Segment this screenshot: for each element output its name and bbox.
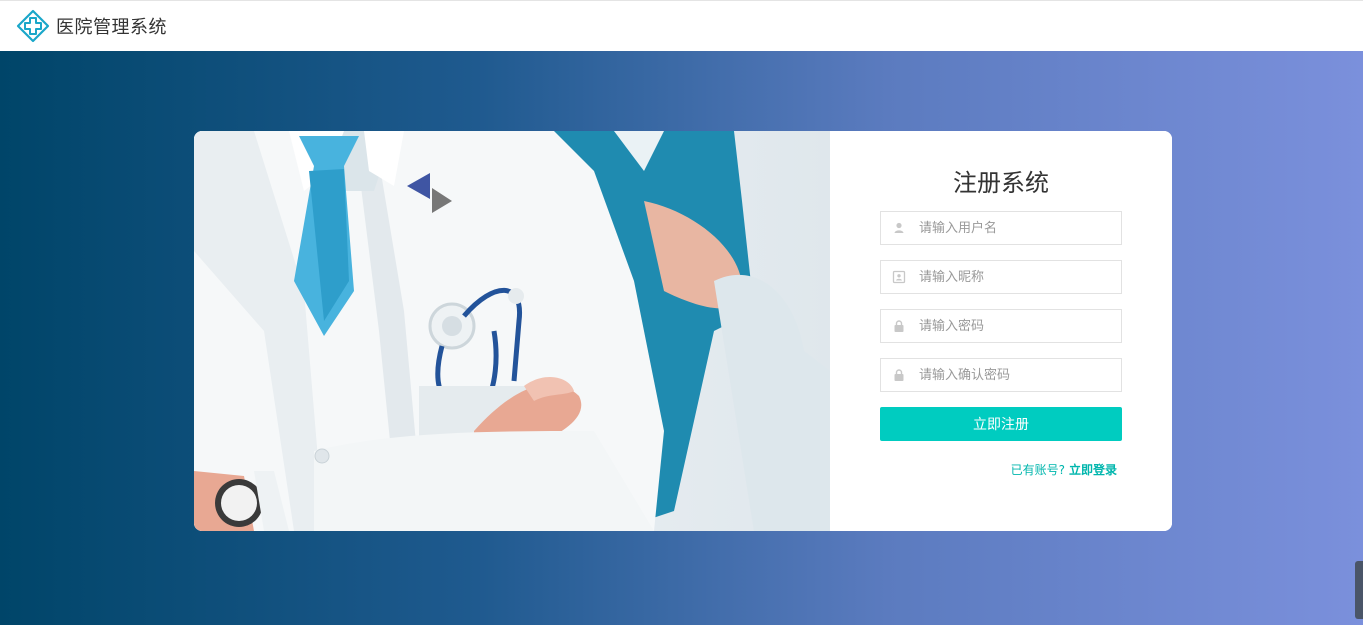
id-card-icon [892, 270, 906, 284]
user-icon [894, 222, 904, 233]
hero-image [194, 131, 830, 531]
app-title: 医院管理系统 [56, 16, 167, 38]
register-button[interactable]: 立即注册 [880, 407, 1122, 441]
has-account-text: 已有账号? [1010, 463, 1065, 477]
password-field[interactable] [880, 309, 1122, 343]
register-form: 注册系统 请输入用户名 请输入昵称 立即注册 已有账号? 立即登录 [830, 131, 1172, 531]
username-field[interactable] [880, 211, 1122, 245]
login-link[interactable]: 立即登录 [1069, 463, 1117, 477]
login-prompt: 已有账号? 立即登录 [1011, 461, 1117, 478]
nickname-field[interactable] [880, 260, 1122, 294]
page-background: 注册系统 请输入用户名 请输入昵称 立即注册 已有账号? 立即登录 [0, 51, 1363, 625]
username-input[interactable] [919, 213, 1109, 243]
lock-icon [894, 369, 904, 381]
medical-cross-icon [16, 9, 50, 42]
side-float-widget[interactable] [1355, 561, 1363, 619]
form-title: 注册系统 [953, 169, 1049, 197]
confirm-password-field[interactable] [880, 358, 1122, 392]
register-card: 注册系统 请输入用户名 请输入昵称 立即注册 已有账号? 立即登录 [194, 131, 1172, 531]
confirm-password-input[interactable] [919, 360, 1109, 390]
top-header: 医院管理系统 [0, 0, 1363, 50]
nickname-input[interactable] [919, 262, 1109, 292]
lock-icon [894, 320, 904, 332]
password-input[interactable] [919, 311, 1109, 341]
doctor-illustration-icon [194, 131, 830, 531]
